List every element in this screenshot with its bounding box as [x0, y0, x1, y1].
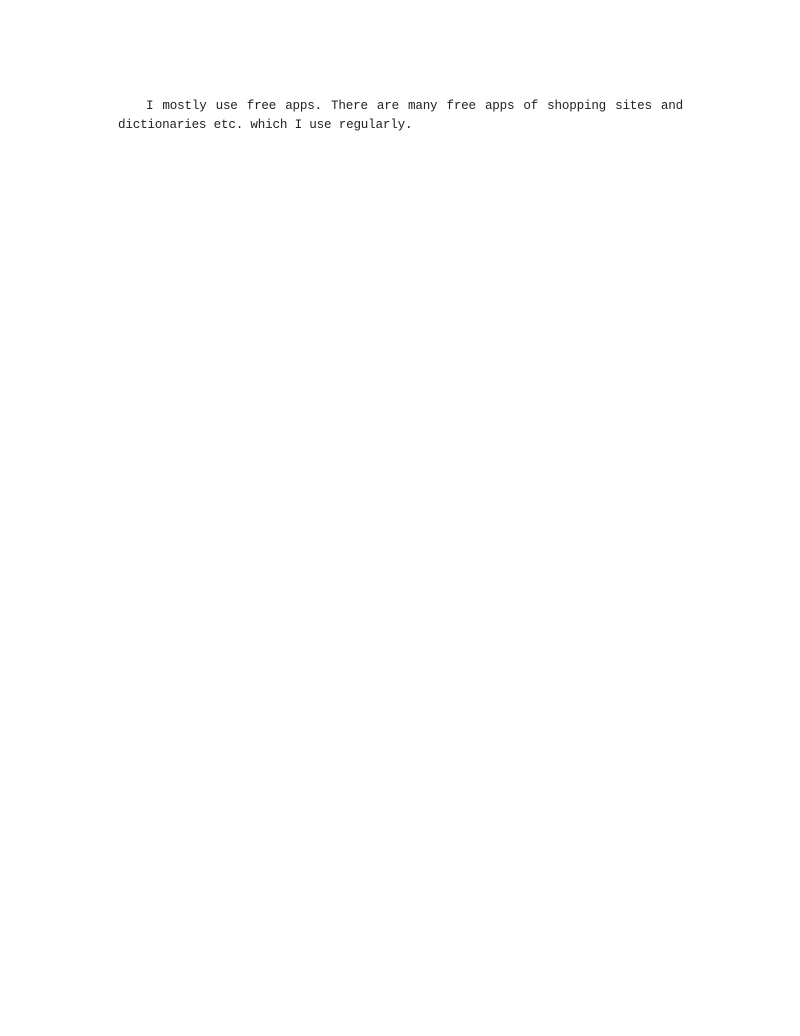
document-page: I mostly use free apps. There are many f… [0, 0, 800, 1036]
body-paragraph: I mostly use free apps. There are many f… [118, 99, 683, 132]
